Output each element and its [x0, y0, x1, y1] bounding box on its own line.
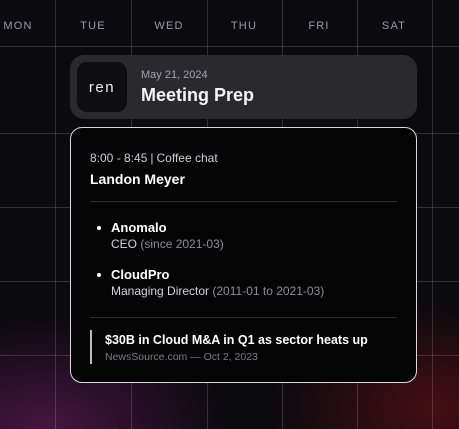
day-label-mon: MON	[3, 20, 33, 32]
company-name[interactable]: Anomalo	[111, 220, 167, 235]
role-title: CEO	[111, 237, 138, 251]
event-time-line: 8:00 - 8:45 | Coffee chat	[90, 151, 218, 165]
event-separator: |	[150, 151, 154, 165]
role-line: CEO (since 2021-03)	[111, 237, 224, 251]
role-title: Managing Director	[111, 284, 210, 298]
role-dates: (2011-01 to 2021-03)	[212, 284, 325, 298]
meeting-prep-header[interactable]: ren May 21, 2024 Meeting Prep	[70, 55, 417, 119]
grid-row-line	[0, 46, 459, 47]
company-name[interactable]: CloudPro	[111, 267, 170, 282]
event-time: 8:00 - 8:45	[90, 151, 148, 165]
event-type: Coffee chat	[156, 151, 218, 165]
role-line: Managing Director (2011-01 to 2021-03)	[111, 284, 324, 298]
header-title: Meeting Prep	[141, 85, 255, 105]
meeting-detail-card: 8:00 - 8:45 | Coffee chat Landon Meyer Ano…	[70, 127, 417, 383]
divider	[90, 317, 397, 318]
app-logo: ren	[77, 62, 127, 112]
news-source: NewsSource.com — Oct 2, 2023	[105, 351, 258, 363]
day-label-fri: FRI	[308, 20, 330, 32]
grid-column-line	[432, 0, 433, 429]
day-label-sat: SAT	[381, 20, 407, 32]
news-title[interactable]: $30B in Cloud M&A in Q1 as sector heats …	[105, 333, 368, 347]
day-label-thu: THU	[230, 20, 258, 32]
news-item[interactable]: $30B in Cloud M&A in Q1 as sector heats …	[90, 330, 392, 364]
bullet-icon	[97, 226, 101, 230]
bullet-icon	[97, 273, 101, 277]
day-label-tue: TUE	[80, 20, 106, 32]
divider	[90, 201, 397, 202]
grid-column-line	[55, 0, 56, 429]
attendee-name[interactable]: Landon Meyer	[90, 171, 185, 187]
day-label-wed: WED	[154, 20, 184, 32]
role-dates: (since 2021-03)	[140, 237, 224, 251]
header-date: May 21, 2024	[141, 69, 208, 81]
